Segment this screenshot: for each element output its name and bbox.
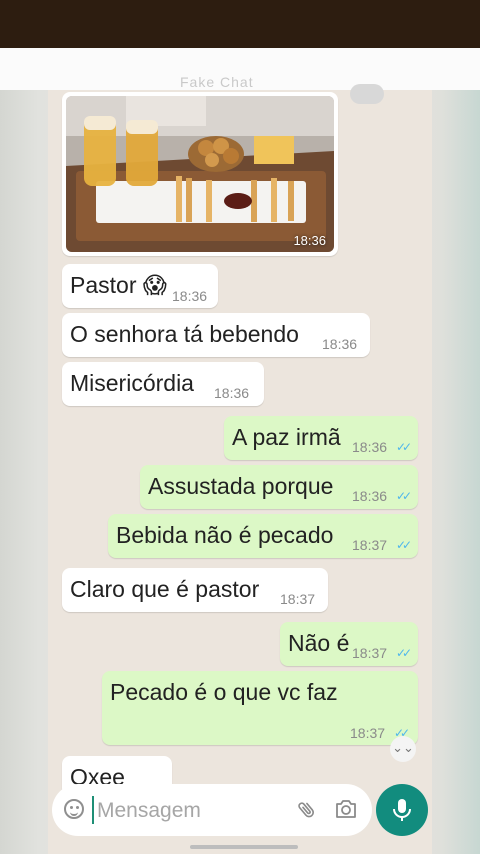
camera-icon[interactable]: [334, 798, 358, 820]
emoji-icon[interactable]: [64, 799, 84, 819]
message-time: 18:37: [352, 537, 388, 553]
message-text: Bebida não é pecado: [116, 522, 334, 548]
message-text: Assustada porque: [148, 473, 334, 499]
chat-title: Fake Chat: [180, 74, 254, 90]
message-time: 18:36: [172, 288, 208, 304]
video-top-bar: [0, 0, 480, 48]
read-receipt-icon: ✓✓: [396, 489, 412, 503]
message-time: 18:37: [280, 591, 316, 607]
message-time: 18:36: [352, 488, 388, 504]
paperclip-icon[interactable]: [296, 798, 318, 822]
image-timestamp: 18:36: [293, 233, 326, 248]
message-bubble-outgoing[interactable]: Bebida não é pecado 18:37 ✓✓: [108, 514, 418, 558]
text-caret: [92, 796, 94, 824]
message-bubble-outgoing[interactable]: A paz irmã 18:36 ✓✓: [224, 416, 418, 460]
read-receipt-icon: ✓✓: [396, 646, 412, 660]
double-chevron-down-icon[interactable]: ⌄⌄: [390, 736, 416, 762]
message-text: O senhora tá bebendo: [70, 321, 299, 347]
message-bubble-outgoing[interactable]: Não é 18:37 ✓✓: [280, 622, 418, 666]
message-bubble-incoming[interactable]: O senhora tá bebendo 18:36: [62, 313, 370, 357]
message-bubble-incoming[interactable]: Claro que é pastor 18:37: [62, 568, 328, 612]
message-time: 18:36: [322, 336, 358, 352]
home-indicator: [190, 845, 298, 849]
message-time: 18:36: [214, 385, 250, 401]
message-time: 18:36: [352, 439, 388, 455]
message-text: Pastor 😱: [70, 272, 167, 298]
mic-icon: [393, 799, 411, 821]
message-text: A paz irmã: [232, 424, 341, 450]
message-input[interactable]: [95, 794, 289, 828]
read-receipt-icon: ✓✓: [396, 538, 412, 552]
message-time: 18:37: [350, 725, 386, 741]
message-text: Misericórdia: [70, 370, 194, 396]
message-text: Pecado é o que vc faz: [110, 679, 338, 705]
mic-button[interactable]: [376, 784, 428, 836]
message-bubble-incoming[interactable]: Misericórdia 18:36: [62, 362, 264, 406]
message-composer: [52, 784, 372, 836]
message-text: Claro que é pastor: [70, 576, 260, 602]
message-bubble-outgoing[interactable]: Assustada porque 18:36 ✓✓: [140, 465, 418, 509]
message-bubble-incoming[interactable]: Pastor 😱 18:36: [62, 264, 218, 308]
read-receipt-icon: ✓✓: [396, 440, 412, 454]
message-bubble-outgoing[interactable]: Pecado é o que vc faz 18:37 ✓✓: [102, 671, 418, 745]
message-time: 18:37: [352, 645, 388, 661]
message-text: Não é: [288, 630, 350, 656]
header-action-icon[interactable]: [350, 84, 384, 104]
chat-photo[interactable]: 18:36: [66, 96, 334, 252]
